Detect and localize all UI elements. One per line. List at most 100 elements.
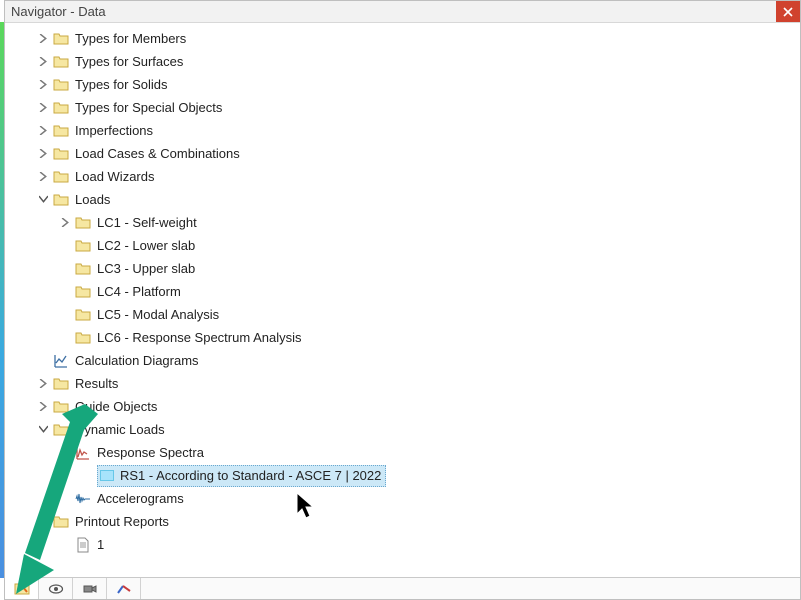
chevron-down-icon[interactable]: [35, 192, 51, 208]
tree-label: Dynamic Loads: [75, 422, 165, 437]
tree-item-lc5[interactable]: LC5 - Modal Analysis: [57, 303, 798, 326]
tree-item-load-wizards[interactable]: Load Wizards: [35, 165, 798, 188]
folder-icon: [53, 123, 69, 139]
tree-item-guide-objects[interactable]: Guide Objects: [35, 395, 798, 418]
tree-label: RS1 - According to Standard - ASCE 7 | 2…: [120, 468, 381, 483]
chevron-right-icon[interactable]: [35, 399, 51, 415]
close-icon: [783, 7, 793, 17]
folder-icon: [53, 399, 69, 415]
navigator-window: Navigator - Data Types for Members: [4, 0, 801, 600]
tree-label: Loads: [75, 192, 110, 207]
tree-label: LC1 - Self-weight: [97, 215, 197, 230]
folder-open-icon: [53, 422, 69, 438]
tree-item-results[interactable]: Results: [35, 372, 798, 395]
tree-item-dynamic-loads[interactable]: Dynamic Loads: [35, 418, 798, 441]
tree-label: Types for Surfaces: [75, 54, 183, 69]
tree-item-rs1[interactable]: RS1 - According to Standard - ASCE 7 | 2…: [79, 464, 798, 487]
tree-item-load-cases[interactable]: Load Cases & Combinations: [35, 142, 798, 165]
eye-icon: [48, 581, 64, 597]
tree-content: Types for Members Types for Surfaces Typ…: [5, 23, 800, 577]
folder-icon: [75, 238, 91, 254]
tree-label: Types for Solids: [75, 77, 168, 92]
tree-item-loads[interactable]: Loads: [35, 188, 798, 211]
camera-icon: [82, 581, 98, 597]
tab-results[interactable]: [107, 578, 141, 599]
data-tab-icon: [14, 581, 30, 597]
chevron-right-icon[interactable]: [35, 100, 51, 116]
tree-item-lc3[interactable]: LC3 - Upper slab: [57, 257, 798, 280]
window-title: Navigator - Data: [11, 4, 776, 19]
navigator-tabbar: [5, 577, 800, 599]
document-icon: [75, 537, 91, 553]
folder-icon: [53, 100, 69, 116]
tree-label: Response Spectra: [97, 445, 204, 460]
tree-label: LC3 - Upper slab: [97, 261, 195, 276]
tree-label: Types for Special Objects: [75, 100, 222, 115]
chevron-down-icon[interactable]: [57, 445, 73, 461]
folder-icon: [75, 215, 91, 231]
tree-label: 1: [97, 537, 104, 552]
tree-item-types-members[interactable]: Types for Members: [35, 27, 798, 50]
spectrum-icon: [75, 445, 91, 461]
chevron-right-icon[interactable]: [35, 169, 51, 185]
tree-root: Types for Members Types for Surfaces Typ…: [7, 27, 798, 556]
tree-item-types-surfaces[interactable]: Types for Surfaces: [35, 50, 798, 73]
selected-highlight: RS1 - According to Standard - ASCE 7 | 2…: [97, 465, 386, 487]
tree-label: LC5 - Modal Analysis: [97, 307, 219, 322]
tree-item-response-spectra[interactable]: Response Spectra: [57, 441, 798, 464]
tree-item-lc6[interactable]: LC6 - Response Spectrum Analysis: [57, 326, 798, 349]
tree-label: Results: [75, 376, 118, 391]
tree-item-lc4[interactable]: LC4 - Platform: [57, 280, 798, 303]
folder-icon: [75, 261, 91, 277]
chevron-right-icon[interactable]: [35, 146, 51, 162]
folder-open-icon: [53, 192, 69, 208]
waveform-icon: [75, 491, 91, 507]
tree-item-imperfections[interactable]: Imperfections: [35, 119, 798, 142]
tree-label: Load Wizards: [75, 169, 154, 184]
tree-item-report-1[interactable]: 1: [57, 533, 798, 556]
chevron-right-icon[interactable]: [57, 215, 73, 231]
tree-label: Accelerograms: [97, 491, 184, 506]
tree-label: Imperfections: [75, 123, 153, 138]
folder-icon: [53, 77, 69, 93]
chevron-down-icon[interactable]: [35, 514, 51, 530]
tree-label: LC2 - Lower slab: [97, 238, 195, 253]
chevron-right-icon[interactable]: [35, 77, 51, 93]
folder-icon: [53, 31, 69, 47]
tree-item-calc-diagrams[interactable]: Calculation Diagrams: [35, 349, 798, 372]
tree-item-accelerograms[interactable]: Accelerograms: [57, 487, 798, 510]
close-button[interactable]: [776, 1, 800, 22]
chart-line-icon: [53, 353, 69, 369]
tree-item-printout-reports[interactable]: Printout Reports: [35, 510, 798, 533]
folder-icon: [75, 307, 91, 323]
tree-label: LC6 - Response Spectrum Analysis: [97, 330, 301, 345]
tab-data[interactable]: [5, 577, 39, 599]
chevron-down-icon[interactable]: [35, 422, 51, 438]
folder-open-icon: [53, 514, 69, 530]
folder-icon: [53, 376, 69, 392]
tree-label: Types for Members: [75, 31, 186, 46]
folder-icon: [53, 169, 69, 185]
tree-item-types-special[interactable]: Types for Special Objects: [35, 96, 798, 119]
tree-item-lc2[interactable]: LC2 - Lower slab: [57, 234, 798, 257]
results-tab-icon: [116, 581, 132, 597]
tree-label: Calculation Diagrams: [75, 353, 199, 368]
tab-display[interactable]: [39, 578, 73, 599]
folder-icon: [75, 284, 91, 300]
folder-icon: [53, 54, 69, 70]
tree-label: Load Cases & Combinations: [75, 146, 240, 161]
tree-label: Printout Reports: [75, 514, 169, 529]
chevron-right-icon[interactable]: [35, 376, 51, 392]
tree-label: LC4 - Platform: [97, 284, 181, 299]
folder-icon: [75, 330, 91, 346]
chevron-right-icon[interactable]: [35, 31, 51, 47]
chevron-right-icon[interactable]: [35, 54, 51, 70]
tree-item-types-solids[interactable]: Types for Solids: [35, 73, 798, 96]
tree-item-lc1[interactable]: LC1 - Self-weight: [57, 211, 798, 234]
chevron-right-icon[interactable]: [35, 123, 51, 139]
tree-label: Guide Objects: [75, 399, 157, 414]
folder-icon: [53, 146, 69, 162]
titlebar: Navigator - Data: [5, 1, 800, 23]
spectrum-item-icon: [100, 470, 114, 481]
tab-views[interactable]: [73, 578, 107, 599]
